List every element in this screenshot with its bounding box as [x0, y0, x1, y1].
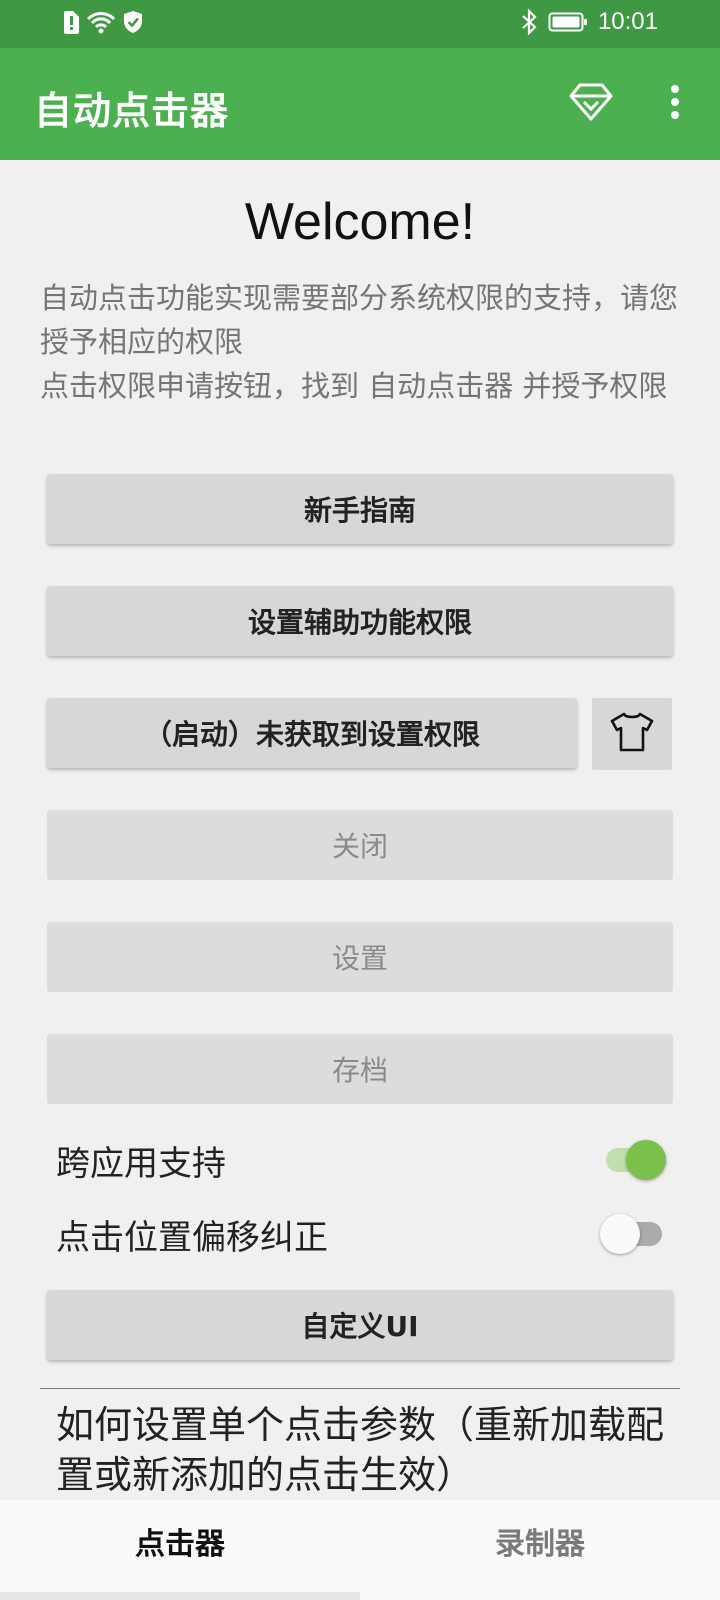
wifi-icon	[86, 10, 116, 34]
bottom-nav: 点击器 录制器	[0, 1500, 720, 1600]
tab-indicator	[0, 1592, 360, 1600]
offset-correction-label: 点击位置偏移纠正	[56, 1217, 328, 1258]
switch-thumb	[600, 1214, 640, 1254]
accessibility-permission-button[interactable]: 设置辅助功能权限	[47, 586, 673, 656]
divider	[40, 1388, 680, 1389]
offset-correction-row: 点击位置偏移纠正	[56, 1204, 666, 1264]
howto-heading[interactable]: 如何设置单个点击参数（重新加载配置或新添加的点击生效）	[56, 1400, 680, 1500]
status-bar: 10:01	[0, 0, 720, 48]
cross-app-support-switch[interactable]	[600, 1140, 666, 1180]
archive-button[interactable]: 存档	[47, 1034, 673, 1104]
guide-button[interactable]: 新手指南	[47, 474, 673, 544]
status-left-icons	[62, 10, 144, 34]
switch-thumb	[626, 1140, 666, 1180]
more-vert-icon[interactable]	[660, 82, 690, 122]
status-time: 10:01	[597, 8, 658, 35]
theme-button[interactable]	[592, 698, 672, 770]
status-right-icons: 10:01	[520, 8, 658, 36]
cross-app-support-row: 跨应用支持	[56, 1130, 666, 1190]
settings-button[interactable]: 设置	[47, 922, 673, 992]
diamond-icon[interactable]	[568, 82, 614, 122]
intro-text: 自动点击功能实现需要部分系统权限的支持，请您授予相应的权限 点击权限申请按钮，找…	[40, 276, 680, 408]
offset-correction-switch[interactable]	[600, 1214, 666, 1254]
app-title: 自动点击器	[34, 89, 230, 133]
app-bar: 自动点击器	[0, 48, 720, 160]
tab-clicker[interactable]: 点击器	[0, 1500, 360, 1600]
shield-icon	[122, 10, 144, 34]
welcome-heading: Welcome!	[244, 193, 476, 251]
battery-icon	[548, 11, 588, 33]
intro-line: 点击权限申请按钮，找到 自动点击器 并授予权限	[40, 369, 668, 403]
custom-ui-button[interactable]: 自定义UI	[47, 1290, 673, 1360]
close-button[interactable]: 关闭	[47, 810, 673, 880]
tab-recorder[interactable]: 录制器	[360, 1500, 720, 1600]
sim-alert-icon	[62, 10, 80, 34]
bluetooth-icon	[520, 9, 538, 35]
cross-app-support-label: 跨应用支持	[56, 1143, 226, 1184]
tshirt-icon	[609, 711, 655, 757]
intro-line: 自动点击功能实现需要部分系统权限的支持，请您授予相应的权限	[40, 281, 679, 359]
start-button[interactable]: （启动）未获取到设置权限	[47, 698, 577, 768]
